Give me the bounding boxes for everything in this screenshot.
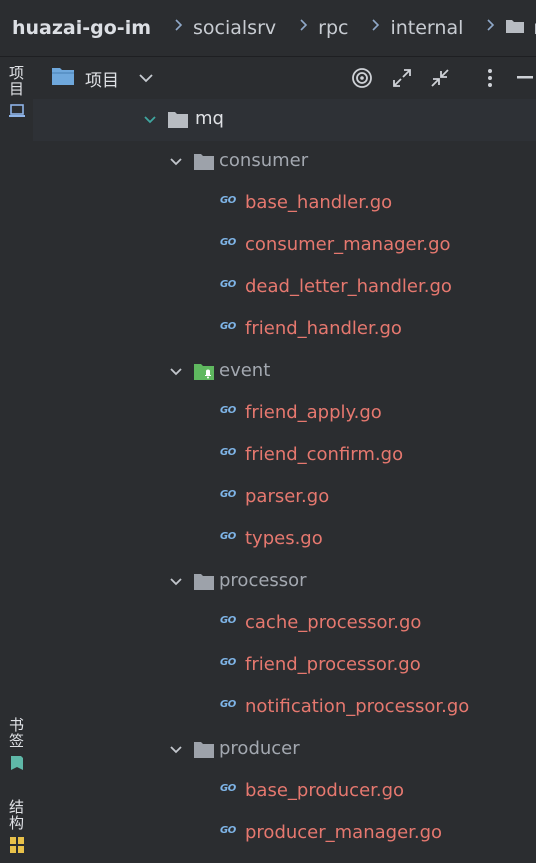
breadcrumb-item-socialsrv[interactable]: socialsrv — [193, 17, 276, 39]
tree-node-label: friend_handler.go — [245, 318, 402, 339]
project-tool-window: huazai-go-im socialsrv rpc internal mq 项… — [0, 0, 536, 863]
side-tab-label: 书签 — [7, 717, 25, 749]
tree-node-file[interactable]: GO base_producer.go — [33, 771, 536, 813]
go-file-icon: GO — [220, 783, 236, 794]
go-file-icon: GO — [220, 825, 236, 836]
tree-node-label: event — [219, 360, 271, 381]
tree-node-label: consumer_manager.go — [245, 234, 451, 255]
tree-node-dir[interactable]: event — [33, 351, 536, 393]
tree-node-label: friend_apply.go — [245, 402, 382, 423]
tree-node-label: notification_processor.go — [245, 696, 470, 717]
chevron-down-icon[interactable] — [168, 364, 184, 380]
breadcrumb-root[interactable]: huazai-go-im — [12, 17, 151, 39]
chevron-right-icon — [372, 19, 380, 31]
tree-node-label: mq — [195, 108, 224, 129]
tree-node-file[interactable]: GO dead_letter_handler.go — [33, 267, 536, 309]
project-tree: mq consumer GO base_handler.go GO consum… — [33, 99, 536, 863]
project-toolbar: 项目 — [33, 57, 536, 99]
toolbar-title: 项目 — [85, 70, 119, 91]
chevron-right-icon — [487, 19, 495, 31]
go-file-icon: GO — [220, 279, 236, 290]
tree-node-label: base_handler.go — [245, 192, 393, 213]
chevron-right-icon — [175, 19, 183, 31]
event-folder-icon — [193, 363, 215, 386]
expand-icon[interactable] — [389, 65, 415, 91]
side-tab-structure[interactable]: 结构 — [0, 799, 33, 857]
side-tab-label: 项目 — [7, 65, 25, 97]
chevron-right-icon — [300, 19, 308, 31]
bookmark-icon — [10, 755, 24, 775]
more-icon[interactable] — [477, 65, 503, 91]
tree-node-label: producer — [219, 738, 300, 759]
collapse-icon[interactable] — [427, 65, 453, 91]
chevron-down-icon[interactable] — [139, 68, 153, 88]
tree-node-label: cache_processor.go — [245, 612, 422, 633]
tree-node-label: friend_processor.go — [245, 654, 421, 675]
tree-node-file[interactable]: GO base_handler.go — [33, 183, 536, 225]
minimize-icon[interactable] — [511, 65, 536, 91]
go-file-icon: GO — [220, 615, 236, 626]
chevron-down-icon[interactable] — [142, 112, 158, 128]
monitor-icon — [8, 103, 25, 122]
breadcrumb-item-mq[interactable]: mq — [505, 17, 536, 39]
structure-icon — [9, 837, 24, 857]
side-tab-bookmarks[interactable]: 书签 — [0, 717, 33, 775]
go-file-icon: GO — [220, 489, 236, 500]
go-file-icon: GO — [220, 531, 236, 542]
side-tab-label: 结构 — [7, 799, 25, 831]
tree-node-label: producer_manager.go — [245, 822, 443, 843]
tree-node-file[interactable]: GO notification_processor.go — [33, 687, 536, 729]
go-file-icon: GO — [220, 405, 236, 416]
go-file-icon: GO — [220, 195, 236, 206]
go-file-icon: GO — [220, 699, 236, 710]
tree-node-file[interactable]: GO cache_processor.go — [33, 603, 536, 645]
tree-node-label: friend_confirm.go — [245, 444, 404, 465]
folder-icon — [193, 741, 215, 764]
folder-icon — [505, 17, 525, 39]
tree-node-label: types.go — [245, 528, 323, 549]
go-file-icon: GO — [220, 447, 236, 458]
side-tab-project[interactable]: 项目 — [0, 65, 33, 122]
breadcrumb-item-rpc[interactable]: rpc — [318, 17, 348, 39]
tree-node-label: dead_letter_handler.go — [245, 276, 452, 297]
go-file-icon: GO — [220, 657, 236, 668]
tree-node-dir[interactable]: producer — [33, 729, 536, 771]
tree-node-label: processor — [219, 570, 307, 591]
tree-node-file[interactable]: GO friend_apply.go — [33, 393, 536, 435]
folder-icon — [193, 573, 215, 596]
breadcrumb: huazai-go-im socialsrv rpc internal mq — [0, 0, 536, 57]
chevron-down-icon[interactable] — [168, 574, 184, 590]
tree-node-file[interactable]: GO friend_processor.go — [33, 645, 536, 687]
chevron-down-icon[interactable] — [168, 742, 184, 758]
folder-icon — [193, 153, 215, 176]
go-file-icon: GO — [220, 237, 236, 248]
tree-node-dir[interactable]: consumer — [33, 141, 536, 183]
tree-node-mq[interactable]: mq — [33, 99, 536, 141]
chevron-down-icon[interactable] — [168, 154, 184, 170]
locate-icon[interactable] — [349, 65, 375, 91]
folder-icon — [51, 66, 75, 91]
breadcrumb-item-internal[interactable]: internal — [390, 17, 463, 39]
go-file-icon: GO — [220, 321, 236, 332]
tree-node-file[interactable]: GO producer_manager.go — [33, 813, 536, 855]
tree-node-file[interactable]: GO consumer_manager.go — [33, 225, 536, 267]
tree-node-label: consumer — [219, 150, 309, 171]
project-view-selector[interactable]: 项目 — [51, 66, 153, 91]
tree-node-file[interactable]: GO types.go — [33, 519, 536, 561]
side-tool-strip: 项目 书签 结构 — [0, 57, 33, 863]
tree-node-file[interactable]: GO friend_confirm.go — [33, 435, 536, 477]
folder-icon — [167, 111, 189, 134]
tree-node-dir[interactable]: processor — [33, 561, 536, 603]
tree-node-label: base_producer.go — [245, 780, 405, 801]
tree-node-file[interactable]: GO friend_handler.go — [33, 309, 536, 351]
tree-node-label: parser.go — [245, 486, 330, 507]
tree-node-file[interactable]: GO parser.go — [33, 477, 536, 519]
